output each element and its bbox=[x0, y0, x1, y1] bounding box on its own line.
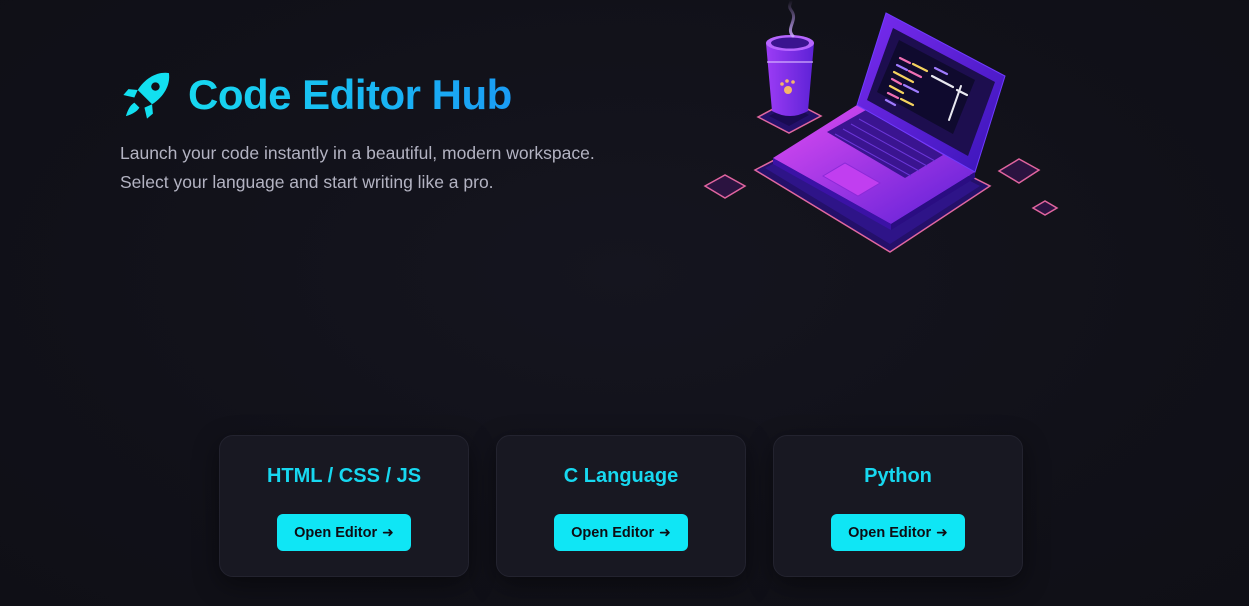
editor-card-c: C Language Open Editor ➜ bbox=[496, 435, 746, 577]
arrow-right-icon: ➜ bbox=[659, 524, 671, 541]
hero-subtitle: Launch your code instantly in a beautifu… bbox=[120, 143, 595, 192]
card-title: Python bbox=[864, 465, 932, 487]
button-label: Open Editor bbox=[294, 524, 378, 541]
button-label: Open Editor bbox=[848, 524, 932, 541]
arrow-right-icon: ➜ bbox=[936, 524, 948, 541]
laptop-coffee-illustration bbox=[703, 0, 1059, 253]
rocket-icon bbox=[123, 72, 170, 119]
open-editor-button[interactable]: Open Editor ➜ bbox=[554, 514, 688, 551]
page-title: Code Editor Hub bbox=[188, 66, 512, 124]
page: Code Editor Hub Launch your code instant… bbox=[0, 0, 1249, 606]
card-title: HTML / CSS / JS bbox=[266, 465, 422, 487]
editor-cards: HTML / CSS / JS Open Editor ➜ C Language… bbox=[219, 435, 1023, 577]
open-editor-button[interactable]: Open Editor ➜ bbox=[831, 514, 965, 551]
button-label: Open Editor bbox=[571, 524, 655, 541]
arrow-right-icon: ➜ bbox=[382, 524, 394, 541]
editor-card-python: Python Open Editor ➜ bbox=[773, 435, 1023, 577]
card-title: C Language bbox=[563, 465, 679, 487]
open-editor-button[interactable]: Open Editor ➜ bbox=[277, 514, 411, 551]
editor-card-html: HTML / CSS / JS Open Editor ➜ bbox=[219, 435, 469, 577]
hero-header: Code Editor Hub bbox=[120, 66, 512, 124]
